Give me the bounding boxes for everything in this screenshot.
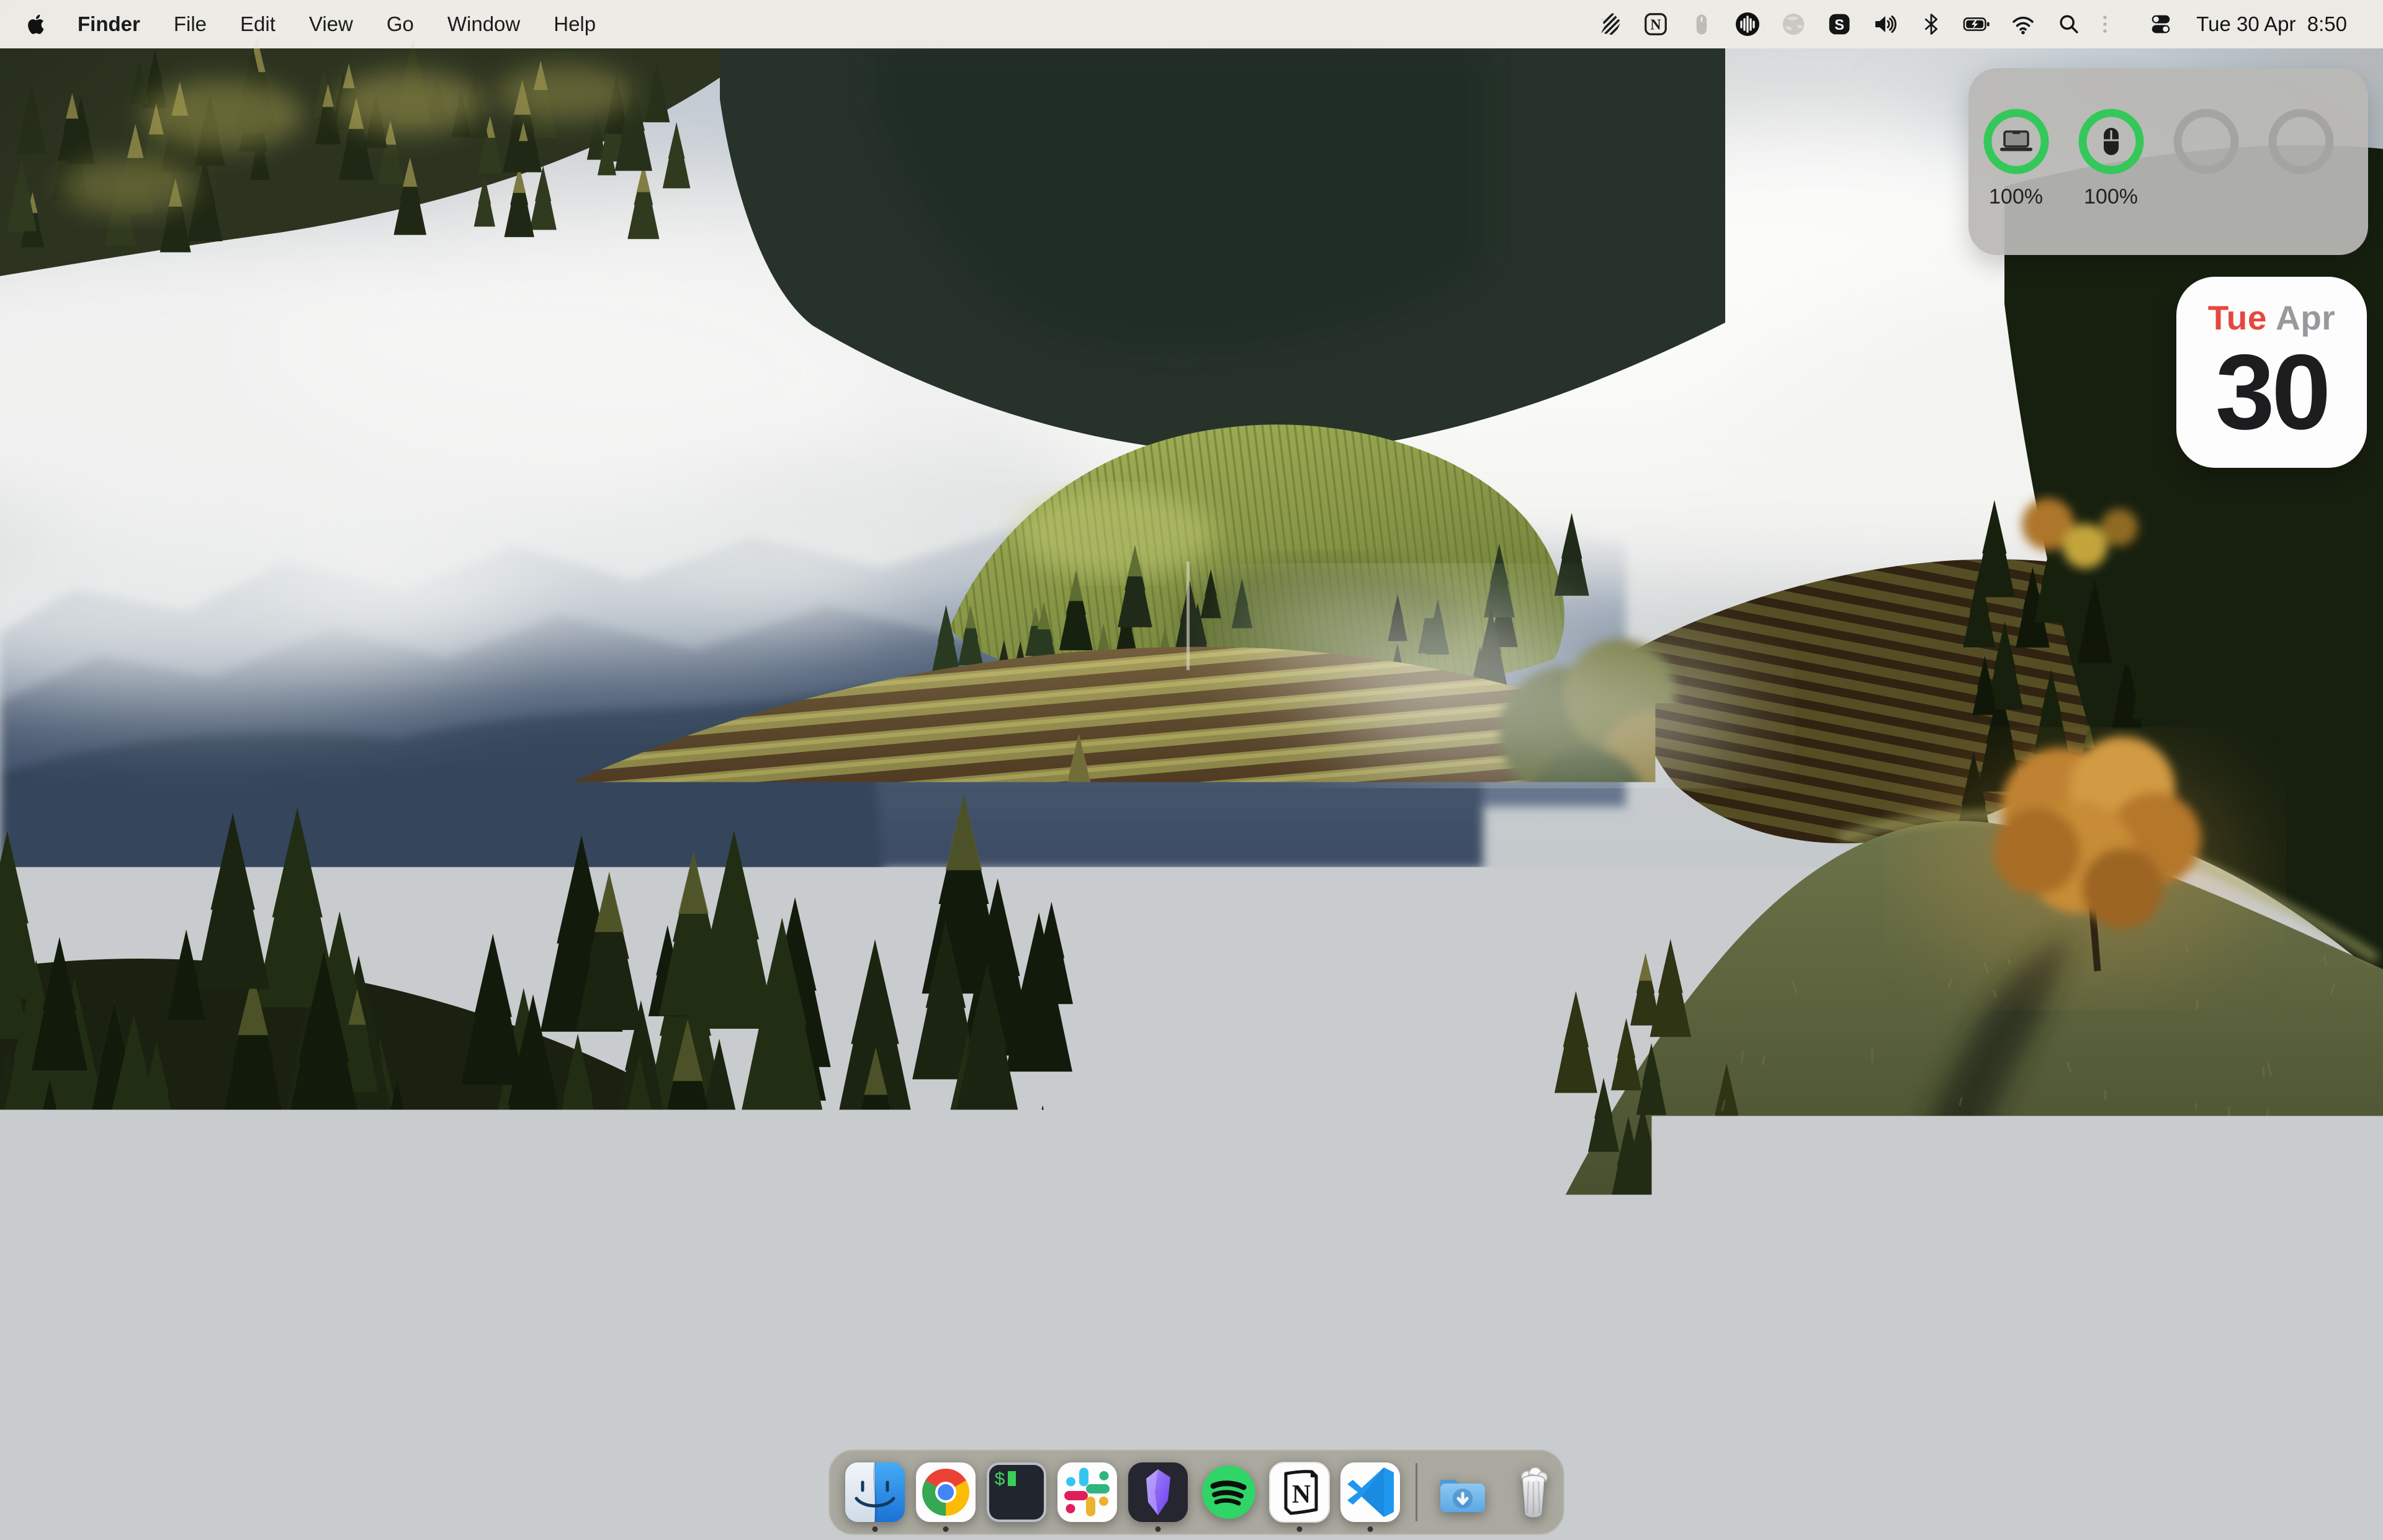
menu-bar-status: N (1587, 9, 2383, 40)
dock-trash-full[interactable] (1502, 1461, 1564, 1523)
menu-go[interactable]: Go (370, 0, 431, 48)
running-indicator (873, 1526, 878, 1532)
battery-slot-empty-2 (2253, 107, 2348, 255)
menu-bar-clock[interactable]: Tue 30 Apr 8:50 (2196, 12, 2347, 36)
striped-app-icon[interactable] (1587, 9, 1633, 40)
running-indicator (943, 1526, 949, 1532)
svg-text:S: S (1834, 17, 1844, 34)
battery-slot-laptop: 100% (1968, 107, 2063, 255)
svg-text:N: N (1292, 1480, 1311, 1509)
desktop: { "menu_bar": { "menus": ["Finder", "Fil… (0, 0, 2383, 1540)
dock-notion[interactable]: N (1268, 1461, 1331, 1523)
calendar-weekday-month: TueApr (2176, 298, 2367, 338)
s-app-icon[interactable]: S (1816, 9, 1862, 40)
mouse-battery-icon[interactable] (1679, 9, 1725, 40)
dock-chrome[interactable] (915, 1461, 977, 1523)
menu-finder[interactable]: Finder (61, 0, 157, 48)
menu-edit[interactable]: Edit (223, 0, 292, 48)
svg-text:N: N (1651, 17, 1661, 34)
batteries-widget[interactable]: 100% 100% (1968, 68, 2368, 255)
running-indicator (1156, 1526, 1161, 1532)
notion-status-icon[interactable]: N (1633, 9, 1679, 40)
dock: $ (828, 1449, 1564, 1535)
control-center-icon[interactable] (2138, 9, 2184, 40)
svg-text:$: $ (994, 1470, 1005, 1491)
battery-slot-mouse: 100% (2063, 107, 2158, 255)
dock-finder[interactable] (844, 1461, 906, 1523)
menu-help[interactable]: Help (537, 0, 613, 48)
calendar-weekday: Tue (2208, 298, 2267, 337)
globe-icon[interactable] (1770, 9, 1816, 40)
bluetooth-icon[interactable] (1908, 9, 1954, 40)
menu-file[interactable]: File (157, 0, 223, 48)
battery-slot-empty-1 (2158, 107, 2253, 255)
wifi-icon[interactable] (2000, 9, 2046, 40)
mouse-icon (2104, 128, 2119, 155)
menu-bar-left: Finder File Edit View Go Window Help (0, 0, 613, 48)
dock-slack[interactable] (1056, 1461, 1118, 1523)
dock-vscode[interactable] (1339, 1461, 1401, 1523)
apple-menu-icon[interactable] (27, 11, 52, 38)
battery-charging-icon[interactable] (1954, 9, 2000, 40)
menu-bar: Finder File Edit View Go Window Help N (0, 0, 2383, 48)
dock-downloads-folder[interactable] (1432, 1461, 1494, 1523)
calendar-widget[interactable]: TueApr 30 (2176, 277, 2367, 468)
stage-manager-icon[interactable] (2092, 9, 2138, 40)
calendar-day: 30 (2176, 339, 2367, 445)
dock-spotify[interactable] (1198, 1461, 1260, 1523)
running-indicator (1297, 1526, 1303, 1532)
volume-icon[interactable] (1862, 9, 1908, 40)
dock-divider (1416, 1463, 1417, 1521)
laptop-icon (2000, 132, 2032, 151)
menu-view[interactable]: View (292, 0, 370, 48)
menu-window[interactable]: Window (431, 0, 537, 48)
spotlight-icon[interactable] (2046, 9, 2092, 40)
dock-terminal[interactable]: $ (985, 1461, 1048, 1523)
dock-obsidian[interactable] (1127, 1461, 1189, 1523)
battery-percent-laptop: 100% (1989, 185, 2043, 210)
battery-percent-mouse: 100% (2084, 185, 2138, 210)
audio-waveform-icon[interactable] (1725, 9, 1770, 40)
calendar-month: Apr (2276, 298, 2335, 337)
running-indicator (1368, 1526, 1373, 1532)
